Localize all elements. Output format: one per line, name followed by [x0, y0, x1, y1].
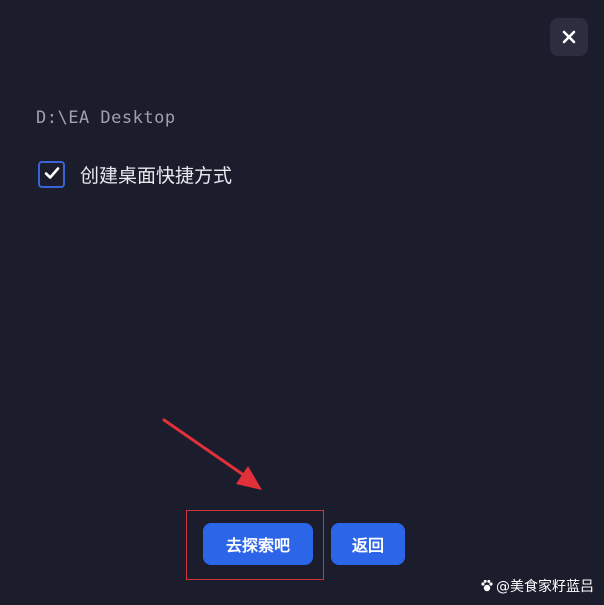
explore-button[interactable]: 去探索吧 [203, 523, 313, 565]
watermark: @美食家籽蓝吕 [479, 576, 594, 596]
watermark-text: @美食家籽蓝吕 [496, 579, 594, 595]
paw-icon [479, 579, 494, 594]
back-button[interactable]: 返回 [331, 523, 405, 565]
